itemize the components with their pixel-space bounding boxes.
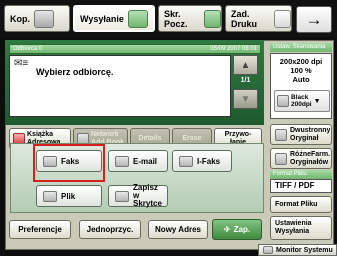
button-label: Zap. bbox=[233, 225, 251, 234]
fax-selection-highlight bbox=[33, 144, 105, 182]
button-label: E-mail bbox=[133, 156, 158, 166]
chevron-down-icon: ▼ bbox=[313, 97, 321, 105]
tab-preferences[interactable]: Preferencje bbox=[9, 220, 71, 239]
tab-label: Skr. Pocz. bbox=[164, 8, 188, 29]
tab-print-jobs[interactable]: Zad. Druku bbox=[225, 5, 292, 32]
store-box-icon bbox=[115, 190, 129, 202]
tab-send[interactable]: Wysyłanie bbox=[73, 5, 155, 32]
button-label: Ustawienia Wysyłania bbox=[275, 220, 312, 235]
button-label: I-Faks bbox=[197, 156, 221, 166]
mode-value: Auto bbox=[292, 75, 310, 84]
destination-header: Odbiorca 0 05/09 2007 08:01 bbox=[9, 44, 261, 54]
color-mode-icon bbox=[277, 95, 289, 107]
destination-list[interactable] bbox=[9, 55, 231, 117]
mixed-sizes-icon bbox=[275, 152, 287, 165]
file-icon bbox=[43, 190, 57, 202]
color-mode-select[interactable]: Black 200dpi ▼ bbox=[274, 90, 330, 112]
copy-icon bbox=[34, 9, 54, 28]
button-label: Monitor Systemu bbox=[276, 246, 333, 254]
recipient-count: Odbiorca 0 bbox=[13, 46, 43, 52]
triangle-up-icon: ▲ bbox=[240, 59, 251, 71]
duplex-original-button[interactable]: Dwustronny Oryginał bbox=[270, 124, 332, 145]
button-label: Details bbox=[138, 134, 162, 142]
button-label: Zapisz w Skrytce bbox=[133, 183, 162, 208]
start-button[interactable]: ✈ Zap. bbox=[212, 219, 262, 240]
tab-label: Zad. Druku bbox=[231, 8, 258, 29]
store-in-box-button[interactable]: Zapisz w Skrytce bbox=[108, 183, 168, 208]
button-label: Dwustronny Oryginał bbox=[290, 126, 331, 142]
tab-new-address[interactable]: Nowy Adres bbox=[148, 220, 208, 239]
send-icon bbox=[127, 9, 148, 28]
send-icon: ✈ bbox=[223, 225, 231, 234]
ifax-button[interactable]: I-Faks bbox=[172, 150, 232, 172]
triangle-down-icon: ▼ bbox=[240, 93, 251, 105]
tab-copy[interactable]: Kop. bbox=[4, 5, 70, 32]
tab-mailbox[interactable]: Skr. Pocz. bbox=[158, 5, 222, 32]
envelope-icon: ✉≡ bbox=[14, 58, 29, 69]
ifax-icon bbox=[179, 155, 193, 167]
next-arrow-button[interactable]: → bbox=[296, 6, 332, 33]
format-header: Format Pliku bbox=[270, 170, 332, 179]
color-mode-value: Black 200dpi bbox=[291, 94, 312, 108]
different-sizes-button[interactable]: RóżneFarm. Oryginałów bbox=[270, 148, 332, 169]
email-icon bbox=[115, 155, 129, 167]
tab-label: Nowy Adres bbox=[155, 225, 201, 234]
duplex-icon bbox=[275, 128, 287, 141]
scan-settings-box: 200x200 dpi 100 % Auto Black 200dpi ▼ bbox=[270, 53, 332, 119]
print-job-icon bbox=[274, 9, 291, 28]
button-label: Plik bbox=[61, 191, 76, 201]
scan-settings-header: Ustaw. Skanowania bbox=[270, 43, 332, 52]
system-monitor-button[interactable]: Monitor Systemu bbox=[258, 244, 337, 256]
tab-label: Kop. bbox=[10, 13, 30, 24]
datetime: 05/09 2007 08:01 bbox=[210, 46, 257, 52]
scroll-up-button[interactable]: ▲ bbox=[233, 55, 258, 75]
send-settings-button[interactable]: Ustawienia Wysyłania bbox=[270, 216, 332, 240]
destination-placeholder: Wybierz odbiorcę. bbox=[36, 67, 114, 77]
file-format-button[interactable]: Format Pliku bbox=[270, 196, 332, 213]
scroll-down-button[interactable]: ▼ bbox=[233, 89, 258, 109]
page-indicator: 1/1 bbox=[240, 77, 251, 84]
file-format-value: TIFF / PDF bbox=[270, 179, 332, 193]
zoom-value: 100 % bbox=[290, 66, 312, 75]
mailbox-icon bbox=[203, 9, 221, 28]
resolution-value: 200x200 dpi bbox=[279, 57, 323, 66]
button-label: RóżneFarm. Oryginałów bbox=[290, 150, 331, 166]
tab-label: Preferencje bbox=[18, 225, 62, 234]
tab-label: Jednoprzyc. bbox=[86, 225, 134, 234]
email-button[interactable]: E-mail bbox=[108, 150, 168, 172]
monitor-icon bbox=[263, 246, 273, 254]
tab-label: Wysyłanie bbox=[80, 13, 124, 24]
button-label: Format Pliku bbox=[275, 200, 318, 208]
button-label: Erase bbox=[182, 134, 202, 142]
file-button[interactable]: Plik bbox=[36, 185, 102, 207]
tab-one-touch[interactable]: Jednoprzyc. bbox=[79, 220, 141, 239]
